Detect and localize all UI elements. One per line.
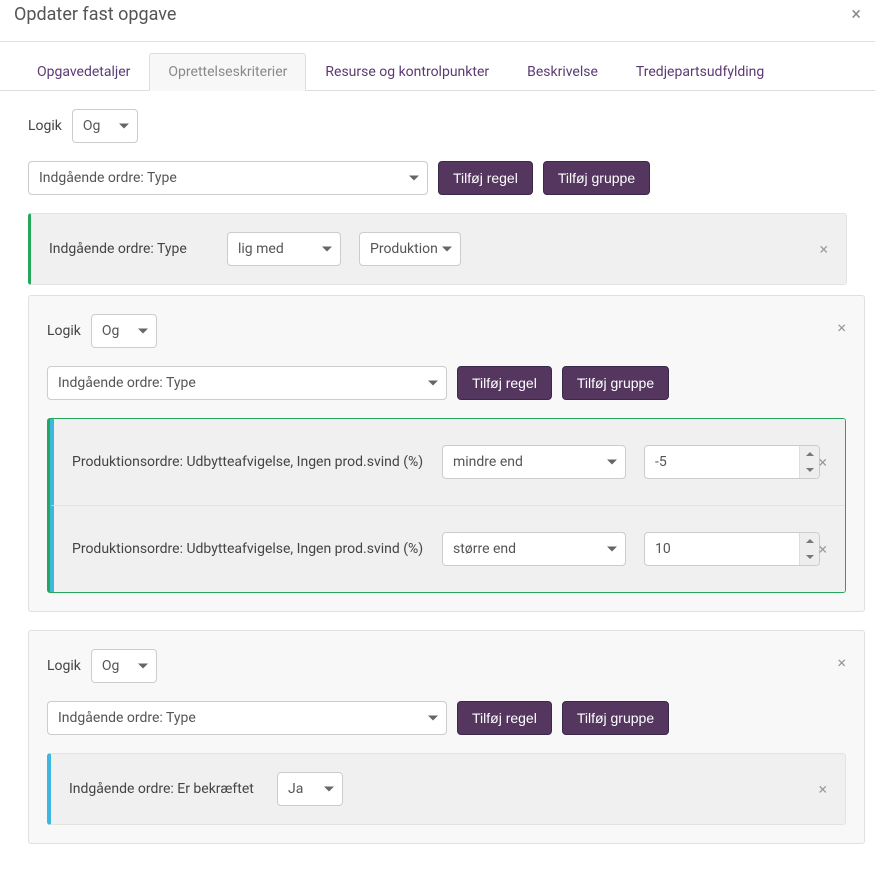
tab-opgavedetaljer[interactable]: Opgavedetaljer: [18, 53, 149, 91]
rule-field-label: Indgående ordre: Er bekræftet: [69, 781, 259, 797]
operator-select[interactable]: lig med: [227, 232, 341, 266]
value-input[interactable]: 10: [644, 532, 820, 566]
remove-rule-icon[interactable]: ×: [815, 236, 832, 263]
field-select[interactable]: Indgående ordre: Type: [47, 701, 447, 735]
operator-select[interactable]: større end: [442, 532, 626, 566]
tab-beskrivelse[interactable]: Beskrivelse: [508, 53, 617, 91]
field-select[interactable]: Indgående ordre: Type: [47, 366, 447, 400]
logic-label: Logik: [47, 658, 81, 674]
tab-bar: Opgavedetaljer Oprettelseskriterier Resu…: [0, 41, 875, 91]
remove-group-icon[interactable]: ×: [833, 314, 850, 341]
rule-row: Indgående ordre: Type lig med Produktion…: [28, 213, 847, 285]
logic-select[interactable]: Og: [91, 649, 157, 683]
tab-tredjeparts[interactable]: Tredjepartsudfylding: [617, 53, 783, 91]
logic-label: Logik: [47, 323, 81, 339]
rule-field-label: Produktionsordre: Udbytteafvigelse, Inge…: [72, 541, 424, 557]
add-group-button[interactable]: Tilføj gruppe: [562, 366, 669, 400]
close-icon[interactable]: ×: [847, 0, 865, 29]
rule-row: Produktionsordre: Udbytteafvigelse, Inge…: [50, 419, 845, 506]
add-rule-button[interactable]: Tilføj regel: [457, 701, 552, 735]
content-area: Logik Og Indgående ordre: Type Tilføj re…: [0, 91, 875, 872]
value-input-wrap: -5: [644, 445, 820, 479]
value-input-wrap: 10: [644, 532, 820, 566]
add-group-button[interactable]: Tilføj gruppe: [562, 701, 669, 735]
rule-group: × Logik Og Indgående ordre: Type Tilføj …: [28, 295, 865, 612]
add-group-button[interactable]: Tilføj gruppe: [543, 161, 650, 195]
remove-rule-icon[interactable]: ×: [814, 776, 831, 803]
add-rule-button[interactable]: Tilføj regel: [438, 161, 533, 195]
dialog-header: Opdater fast opgave ×: [0, 0, 875, 41]
rule-row: Indgående ordre: Er bekræftet Ja ×: [47, 753, 846, 825]
tab-oprettelseskriterier[interactable]: Oprettelseskriterier: [149, 53, 306, 91]
remove-rule-icon[interactable]: ×: [814, 449, 831, 476]
rules-subgroup: Indgående ordre: Er bekræftet Ja ×: [47, 753, 846, 825]
operator-select[interactable]: mindre end: [442, 445, 626, 479]
rule-field-label: Indgående ordre: Type: [49, 241, 209, 257]
value-select[interactable]: Produktion: [359, 232, 461, 266]
rule-field-label: Produktionsordre: Udbytteafvigelse, Inge…: [72, 454, 424, 470]
logic-select[interactable]: Og: [72, 109, 138, 143]
remove-group-icon[interactable]: ×: [833, 649, 850, 676]
value-select[interactable]: Ja: [277, 772, 343, 806]
rule-row: Produktionsordre: Udbytteafvigelse, Inge…: [50, 506, 845, 592]
rules-subgroup: Produktionsordre: Udbytteafvigelse, Inge…: [47, 418, 846, 593]
rule-group: × Logik Og Indgående ordre: Type Tilføj …: [28, 630, 865, 844]
dialog-title: Opdater fast opgave: [14, 4, 176, 25]
value-input[interactable]: -5: [644, 445, 820, 479]
remove-rule-icon[interactable]: ×: [814, 536, 831, 563]
logic-label: Logik: [28, 118, 62, 134]
logic-select[interactable]: Og: [91, 314, 157, 348]
add-rule-button[interactable]: Tilføj regel: [457, 366, 552, 400]
field-select[interactable]: Indgående ordre: Type: [28, 161, 428, 195]
tab-resurse[interactable]: Resurse og kontrolpunkter: [306, 53, 508, 91]
